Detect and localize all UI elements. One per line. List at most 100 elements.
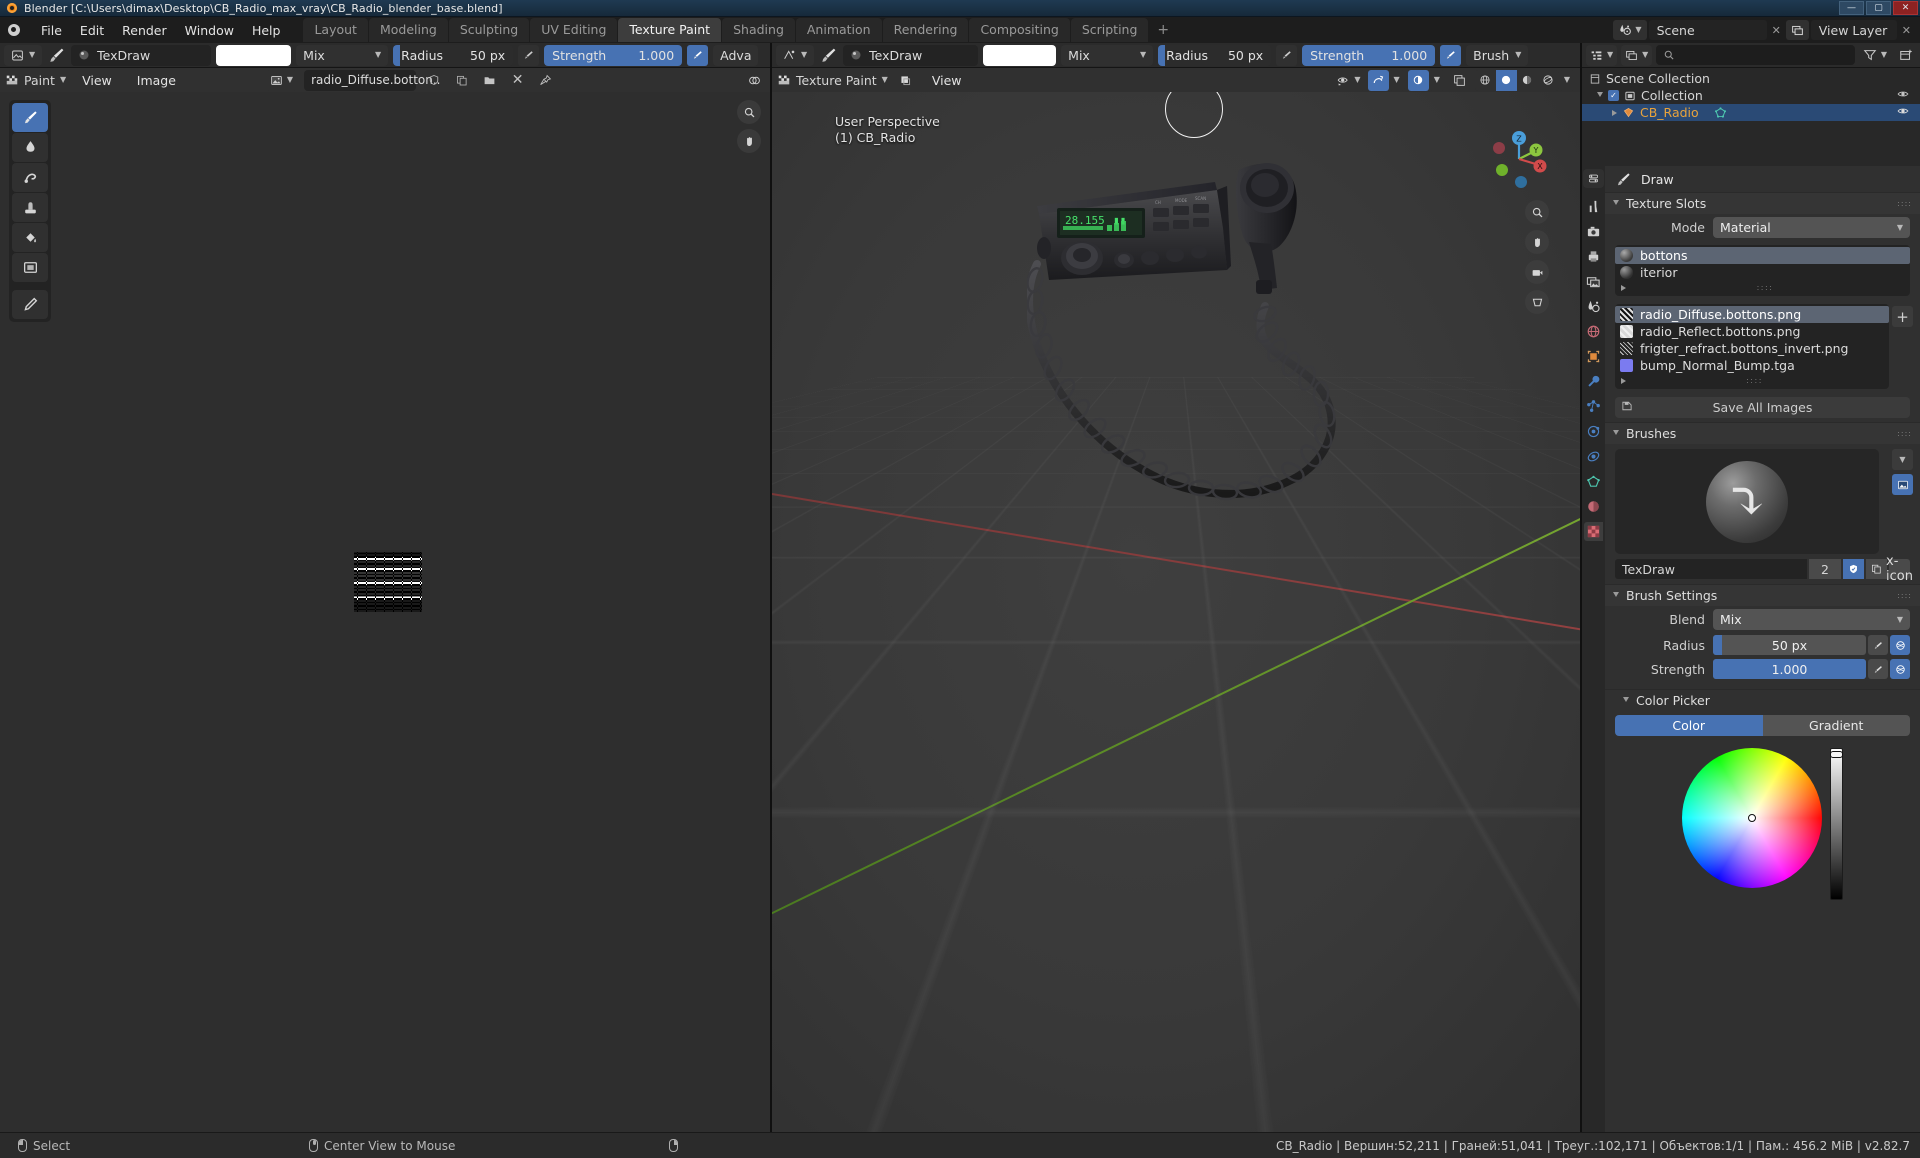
material-slot-bottons[interactable]: bottons bbox=[1615, 247, 1910, 264]
menu-file[interactable]: File bbox=[32, 21, 71, 40]
shading-rendered[interactable] bbox=[1537, 69, 1559, 91]
blender-logo-icon[interactable] bbox=[4, 21, 26, 39]
visibility-popover[interactable]: ▼ bbox=[1333, 69, 1365, 91]
new-collection-button[interactable] bbox=[1895, 45, 1916, 66]
strength-pressure-toggle[interactable] bbox=[1868, 659, 1888, 679]
menu-render[interactable]: Render bbox=[113, 21, 176, 40]
value-slider-cursor[interactable] bbox=[1830, 751, 1843, 758]
tab-gradient[interactable]: Gradient bbox=[1762, 715, 1910, 736]
texture-image-list[interactable]: radio_Diffuse.bottons.png radio_Reflect.… bbox=[1615, 304, 1889, 389]
modifier-tab[interactable] bbox=[1584, 372, 1603, 391]
brush-preview[interactable]: ⤵ bbox=[1615, 449, 1879, 554]
panel-expand-icon[interactable] bbox=[1613, 591, 1619, 600]
properties-editor-type-selector[interactable] bbox=[1583, 169, 1604, 188]
menu-help[interactable]: Help bbox=[243, 21, 290, 40]
scene-unlink-button[interactable]: ✕ bbox=[1769, 24, 1784, 37]
open-image-button[interactable] bbox=[479, 70, 500, 91]
brush-preview-image-button[interactable] bbox=[1892, 474, 1913, 495]
shading-material[interactable] bbox=[1516, 69, 1538, 91]
resize-grip[interactable]: :::: bbox=[1746, 376, 1763, 385]
3d-viewport[interactable]: User Perspective (1) CB_Radio 28.155 ▮▮ … bbox=[772, 92, 1580, 1132]
tab-compositing[interactable]: Compositing bbox=[969, 18, 1070, 42]
outliner-editor-type-selector[interactable]: ▼ bbox=[1586, 44, 1618, 66]
brush-data-selector[interactable]: TexDraw bbox=[71, 44, 212, 66]
viewlayer-tab[interactable] bbox=[1584, 272, 1603, 291]
object-visibility-eye-icon[interactable] bbox=[1897, 105, 1909, 120]
tab-sculpting[interactable]: Sculpting bbox=[448, 18, 530, 42]
shading-wireframe[interactable] bbox=[1474, 69, 1496, 91]
menu-window[interactable]: Window bbox=[176, 21, 243, 40]
shading-solid[interactable] bbox=[1495, 69, 1517, 91]
panel-expand-icon[interactable] bbox=[1613, 429, 1619, 438]
image-editor-view-menu[interactable]: View bbox=[73, 71, 121, 90]
brush-menu-button[interactable]: Brush ▼ bbox=[1466, 44, 1529, 66]
add-texture-slot-button[interactable]: + bbox=[1892, 306, 1913, 327]
outliner-display-mode[interactable]: ▼ bbox=[1621, 44, 1653, 66]
blend-mode-dropdown[interactable]: Mix ▼ bbox=[296, 44, 389, 66]
strength-slider[interactable]: Strength 1.000 bbox=[544, 44, 683, 66]
tab-animation[interactable]: Animation bbox=[795, 18, 882, 42]
snap-settings-dropdown[interactable]: ▼ bbox=[1388, 69, 1405, 91]
minimize-button[interactable]: — bbox=[1839, 1, 1864, 15]
tool-fill[interactable] bbox=[12, 223, 48, 252]
resize-grip[interactable]: :::: bbox=[1757, 283, 1774, 292]
editor-type-selector[interactable]: ▼ bbox=[4, 44, 43, 66]
tab-layout[interactable]: Layout bbox=[303, 18, 368, 42]
color-wheel[interactable] bbox=[1682, 748, 1822, 888]
image-overlay-toggle[interactable] bbox=[744, 69, 765, 91]
ortho-persp-icon[interactable] bbox=[1525, 290, 1549, 314]
paint-color-swatch[interactable] bbox=[216, 44, 292, 66]
material-slot-list[interactable]: bottons iterior :::: bbox=[1615, 245, 1910, 296]
xray-settings-dropdown[interactable]: ▼ bbox=[1428, 69, 1445, 91]
paint-mode-dropdown[interactable]: Paint ▼ bbox=[5, 73, 66, 88]
navigation-gizmo[interactable]: Z Y X bbox=[1488, 128, 1550, 190]
viewport-view-menu[interactable]: View bbox=[923, 71, 971, 90]
zoom-icon[interactable] bbox=[737, 100, 761, 124]
fake-user-toggle[interactable] bbox=[423, 70, 444, 91]
pin-icon[interactable] bbox=[535, 70, 556, 91]
image-slot-reflect[interactable]: radio_Reflect.bottons.png bbox=[1615, 323, 1889, 340]
scene-name-field[interactable]: Scene bbox=[1648, 20, 1767, 40]
radius-pressure-toggle[interactable] bbox=[518, 44, 540, 66]
tab-shading[interactable]: Shading bbox=[722, 18, 795, 42]
save-all-images-button[interactable]: Save All Images bbox=[1615, 397, 1910, 418]
image-canvas[interactable] bbox=[0, 92, 770, 1132]
physics-tab[interactable] bbox=[1584, 422, 1603, 441]
window-controls[interactable]: — ▢ ✕ bbox=[1839, 1, 1918, 15]
output-tab[interactable] bbox=[1584, 247, 1603, 266]
object-tab[interactable] bbox=[1584, 347, 1603, 366]
viewport-overlays-toggle[interactable] bbox=[1448, 69, 1470, 91]
expand-triangle-icon[interactable] bbox=[1612, 109, 1617, 116]
viewlayer-browse-icon[interactable] bbox=[1785, 20, 1809, 40]
tool-tab[interactable] bbox=[1584, 197, 1603, 216]
texture-slots-panel-header[interactable]: Texture Slots :::: bbox=[1605, 192, 1920, 214]
viewport-mode-dropdown[interactable]: Texture Paint ▼ bbox=[777, 73, 888, 88]
radius-pressure-toggle[interactable] bbox=[1868, 635, 1888, 655]
outliner-filter-button[interactable]: ▼ bbox=[1859, 45, 1891, 66]
expand-triangle-icon[interactable] bbox=[1621, 377, 1626, 384]
add-workspace-button[interactable]: + bbox=[1149, 20, 1177, 40]
radius-slider[interactable]: 50 px bbox=[1713, 635, 1866, 655]
material-tab[interactable] bbox=[1584, 497, 1603, 516]
paint-mask-toggle[interactable] bbox=[894, 69, 916, 91]
unlink-image-button[interactable]: ✕ bbox=[507, 70, 528, 91]
xray-toggle[interactable] bbox=[1407, 69, 1429, 91]
scene-browse-icon[interactable]: ▼ bbox=[1613, 20, 1647, 40]
strength-slider[interactable]: 1.000 bbox=[1713, 659, 1866, 679]
expand-triangle-icon[interactable] bbox=[1621, 284, 1626, 291]
pan-hand-icon[interactable] bbox=[737, 129, 761, 153]
tool-draw[interactable] bbox=[12, 103, 48, 132]
viewport-editor-type-selector[interactable]: ▼ bbox=[776, 44, 815, 66]
radius-slider[interactable]: Radius 50 px bbox=[393, 44, 514, 66]
brush-fake-user-toggle[interactable] bbox=[1843, 559, 1864, 579]
camera-icon[interactable] bbox=[1525, 260, 1549, 284]
brush-name-field[interactable]: TexDraw bbox=[1615, 559, 1807, 579]
image-slot-diffuse[interactable]: radio_Diffuse.bottons.png bbox=[1615, 306, 1889, 323]
image-name-field[interactable]: radio_Diffuse.botton.. bbox=[304, 69, 441, 91]
snap-toggle[interactable] bbox=[1367, 69, 1389, 91]
outliner-row-scene-collection[interactable]: Scene Collection bbox=[1582, 70, 1920, 87]
radius-unified-toggle[interactable] bbox=[1890, 635, 1910, 655]
pan-hand-icon[interactable] bbox=[1525, 230, 1549, 254]
maximize-button[interactable]: ▢ bbox=[1866, 1, 1891, 15]
tab-color[interactable]: Color bbox=[1615, 715, 1763, 736]
